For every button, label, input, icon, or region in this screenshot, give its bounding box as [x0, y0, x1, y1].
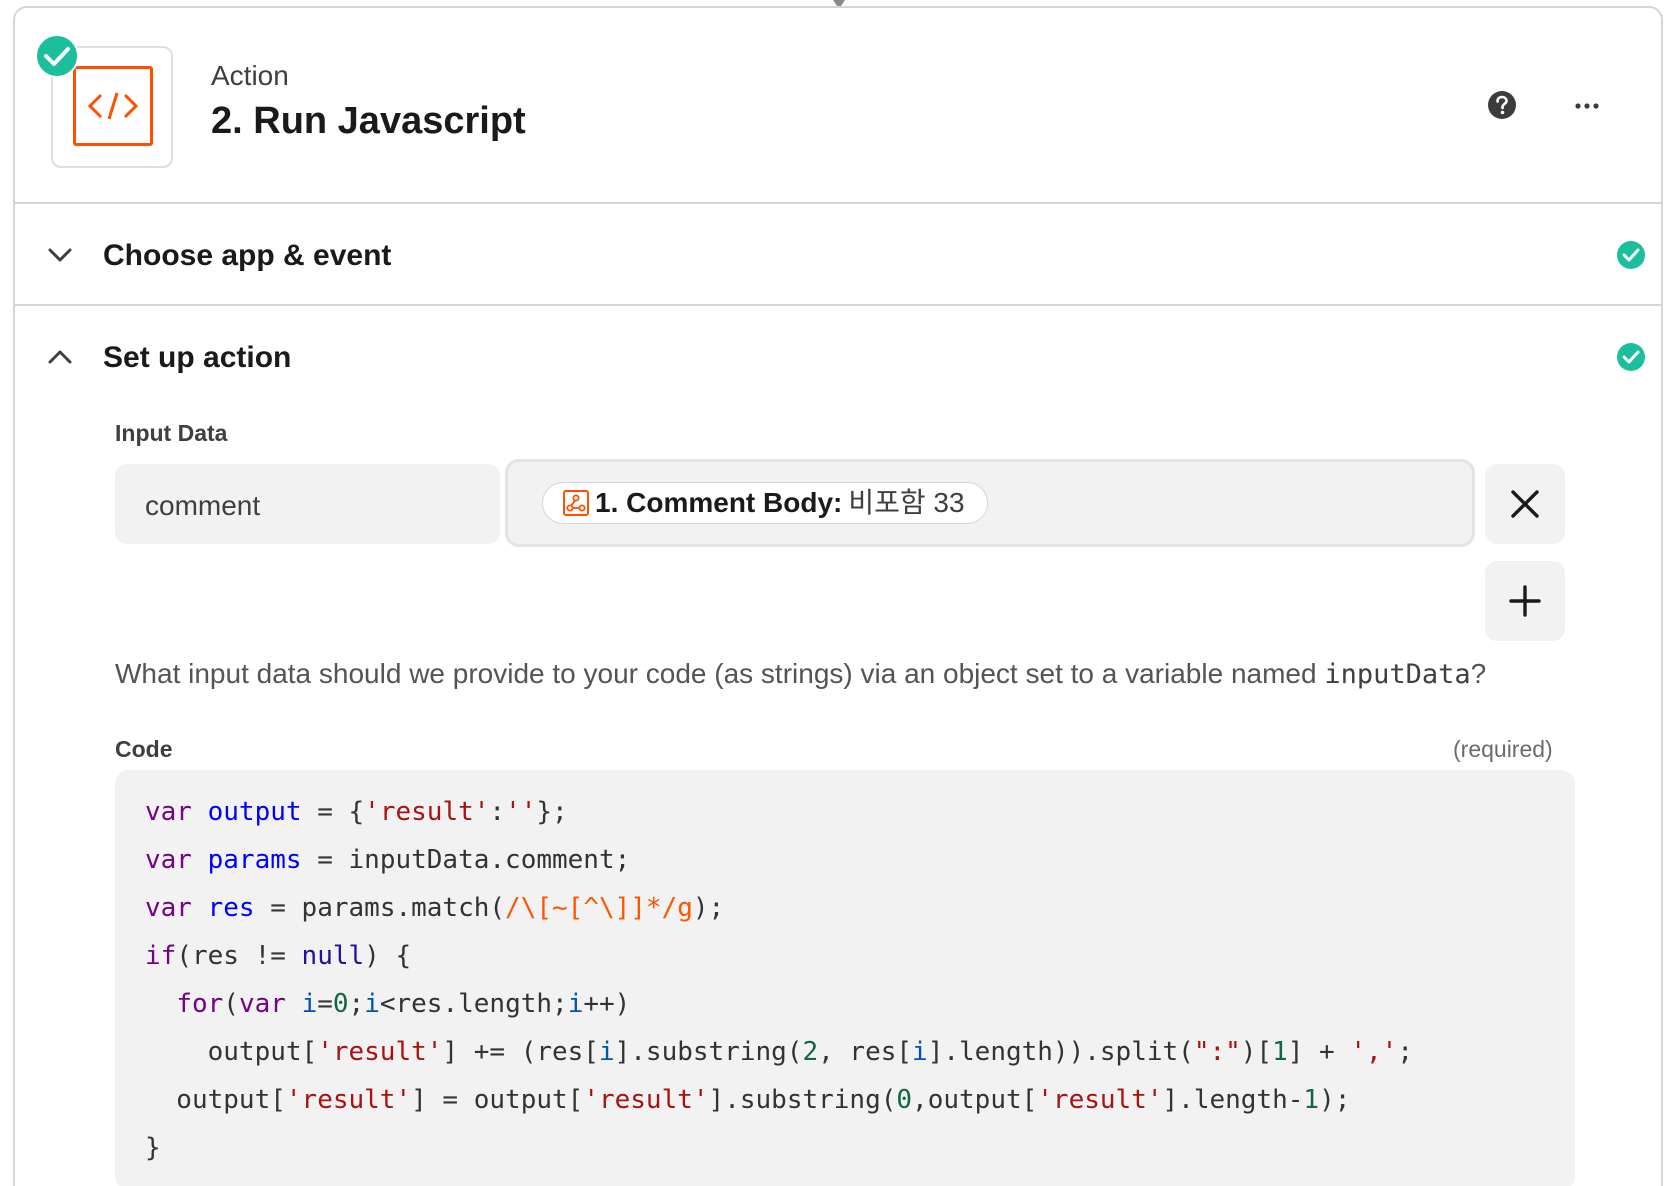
- chevron-up-icon[interactable]: [47, 344, 73, 370]
- code-line: for(var i=0;i<res.length;i++): [176, 989, 631, 1019]
- plus-icon: [1509, 585, 1541, 617]
- code-content[interactable]: var output = {'result':''}; var params = …: [145, 788, 1413, 1172]
- input-value-field[interactable]: 1. Comment Body: 비포함 33: [505, 459, 1475, 547]
- chevron-down-icon[interactable]: [47, 242, 73, 268]
- required-label: (required): [1453, 736, 1553, 762]
- success-check-icon: [1617, 241, 1645, 269]
- code-line: var output = {'result':''};: [145, 797, 568, 827]
- code-line: }: [145, 1133, 161, 1163]
- section-choose-app[interactable]: Choose app & event: [15, 206, 1661, 306]
- webhook-icon: [563, 490, 589, 516]
- help-text-part: ?: [1470, 658, 1487, 689]
- code-label: Code: [115, 736, 173, 762]
- mapped-field-pill[interactable]: 1. Comment Body: 비포함 33: [542, 482, 988, 524]
- section-setup-action[interactable]: Set up action: [15, 308, 1661, 408]
- pill-label: 1. Comment Body:: [595, 487, 843, 518]
- help-text-code: inputData: [1324, 659, 1471, 690]
- question-circle-icon[interactable]: [1487, 90, 1517, 120]
- success-check-icon: [1617, 343, 1645, 371]
- step-card: Action 2. Run Javascript Choose app & ev…: [13, 6, 1663, 1186]
- code-line: output['result'] += (res[i].substring(2,…: [145, 1037, 1413, 1067]
- section-title: Set up action: [103, 341, 292, 374]
- code-line: if(res != null) {: [145, 941, 412, 971]
- code-brackets-icon: [73, 66, 153, 146]
- close-icon: [1511, 490, 1539, 518]
- input-data-help-text: What input data should we provide to you…: [115, 658, 1486, 690]
- code-line: var res = params.match(/\[~[^\]]*/g);: [145, 893, 725, 923]
- success-check-icon: [35, 34, 79, 78]
- help-text-part: What input data should we provide to you…: [115, 658, 1325, 689]
- input-key-field[interactable]: comment: [115, 464, 500, 544]
- code-line: output['result'] = output['result'].subs…: [145, 1085, 1351, 1115]
- add-input-button[interactable]: [1485, 561, 1565, 641]
- step-type-label: Action: [211, 60, 289, 91]
- input-data-label: Input Data: [115, 420, 228, 446]
- ellipsis-icon[interactable]: [1575, 102, 1599, 110]
- step-title[interactable]: 2. Run Javascript: [211, 100, 526, 143]
- code-editor[interactable]: var output = {'result':''}; var params = …: [115, 770, 1575, 1186]
- code-line: var params = inputData.comment;: [145, 845, 631, 875]
- remove-input-button[interactable]: [1485, 464, 1565, 544]
- section-title: Choose app & event: [103, 239, 392, 272]
- step-header: Action 2. Run Javascript: [15, 8, 1661, 204]
- pill-value: 비포함 33: [848, 487, 965, 518]
